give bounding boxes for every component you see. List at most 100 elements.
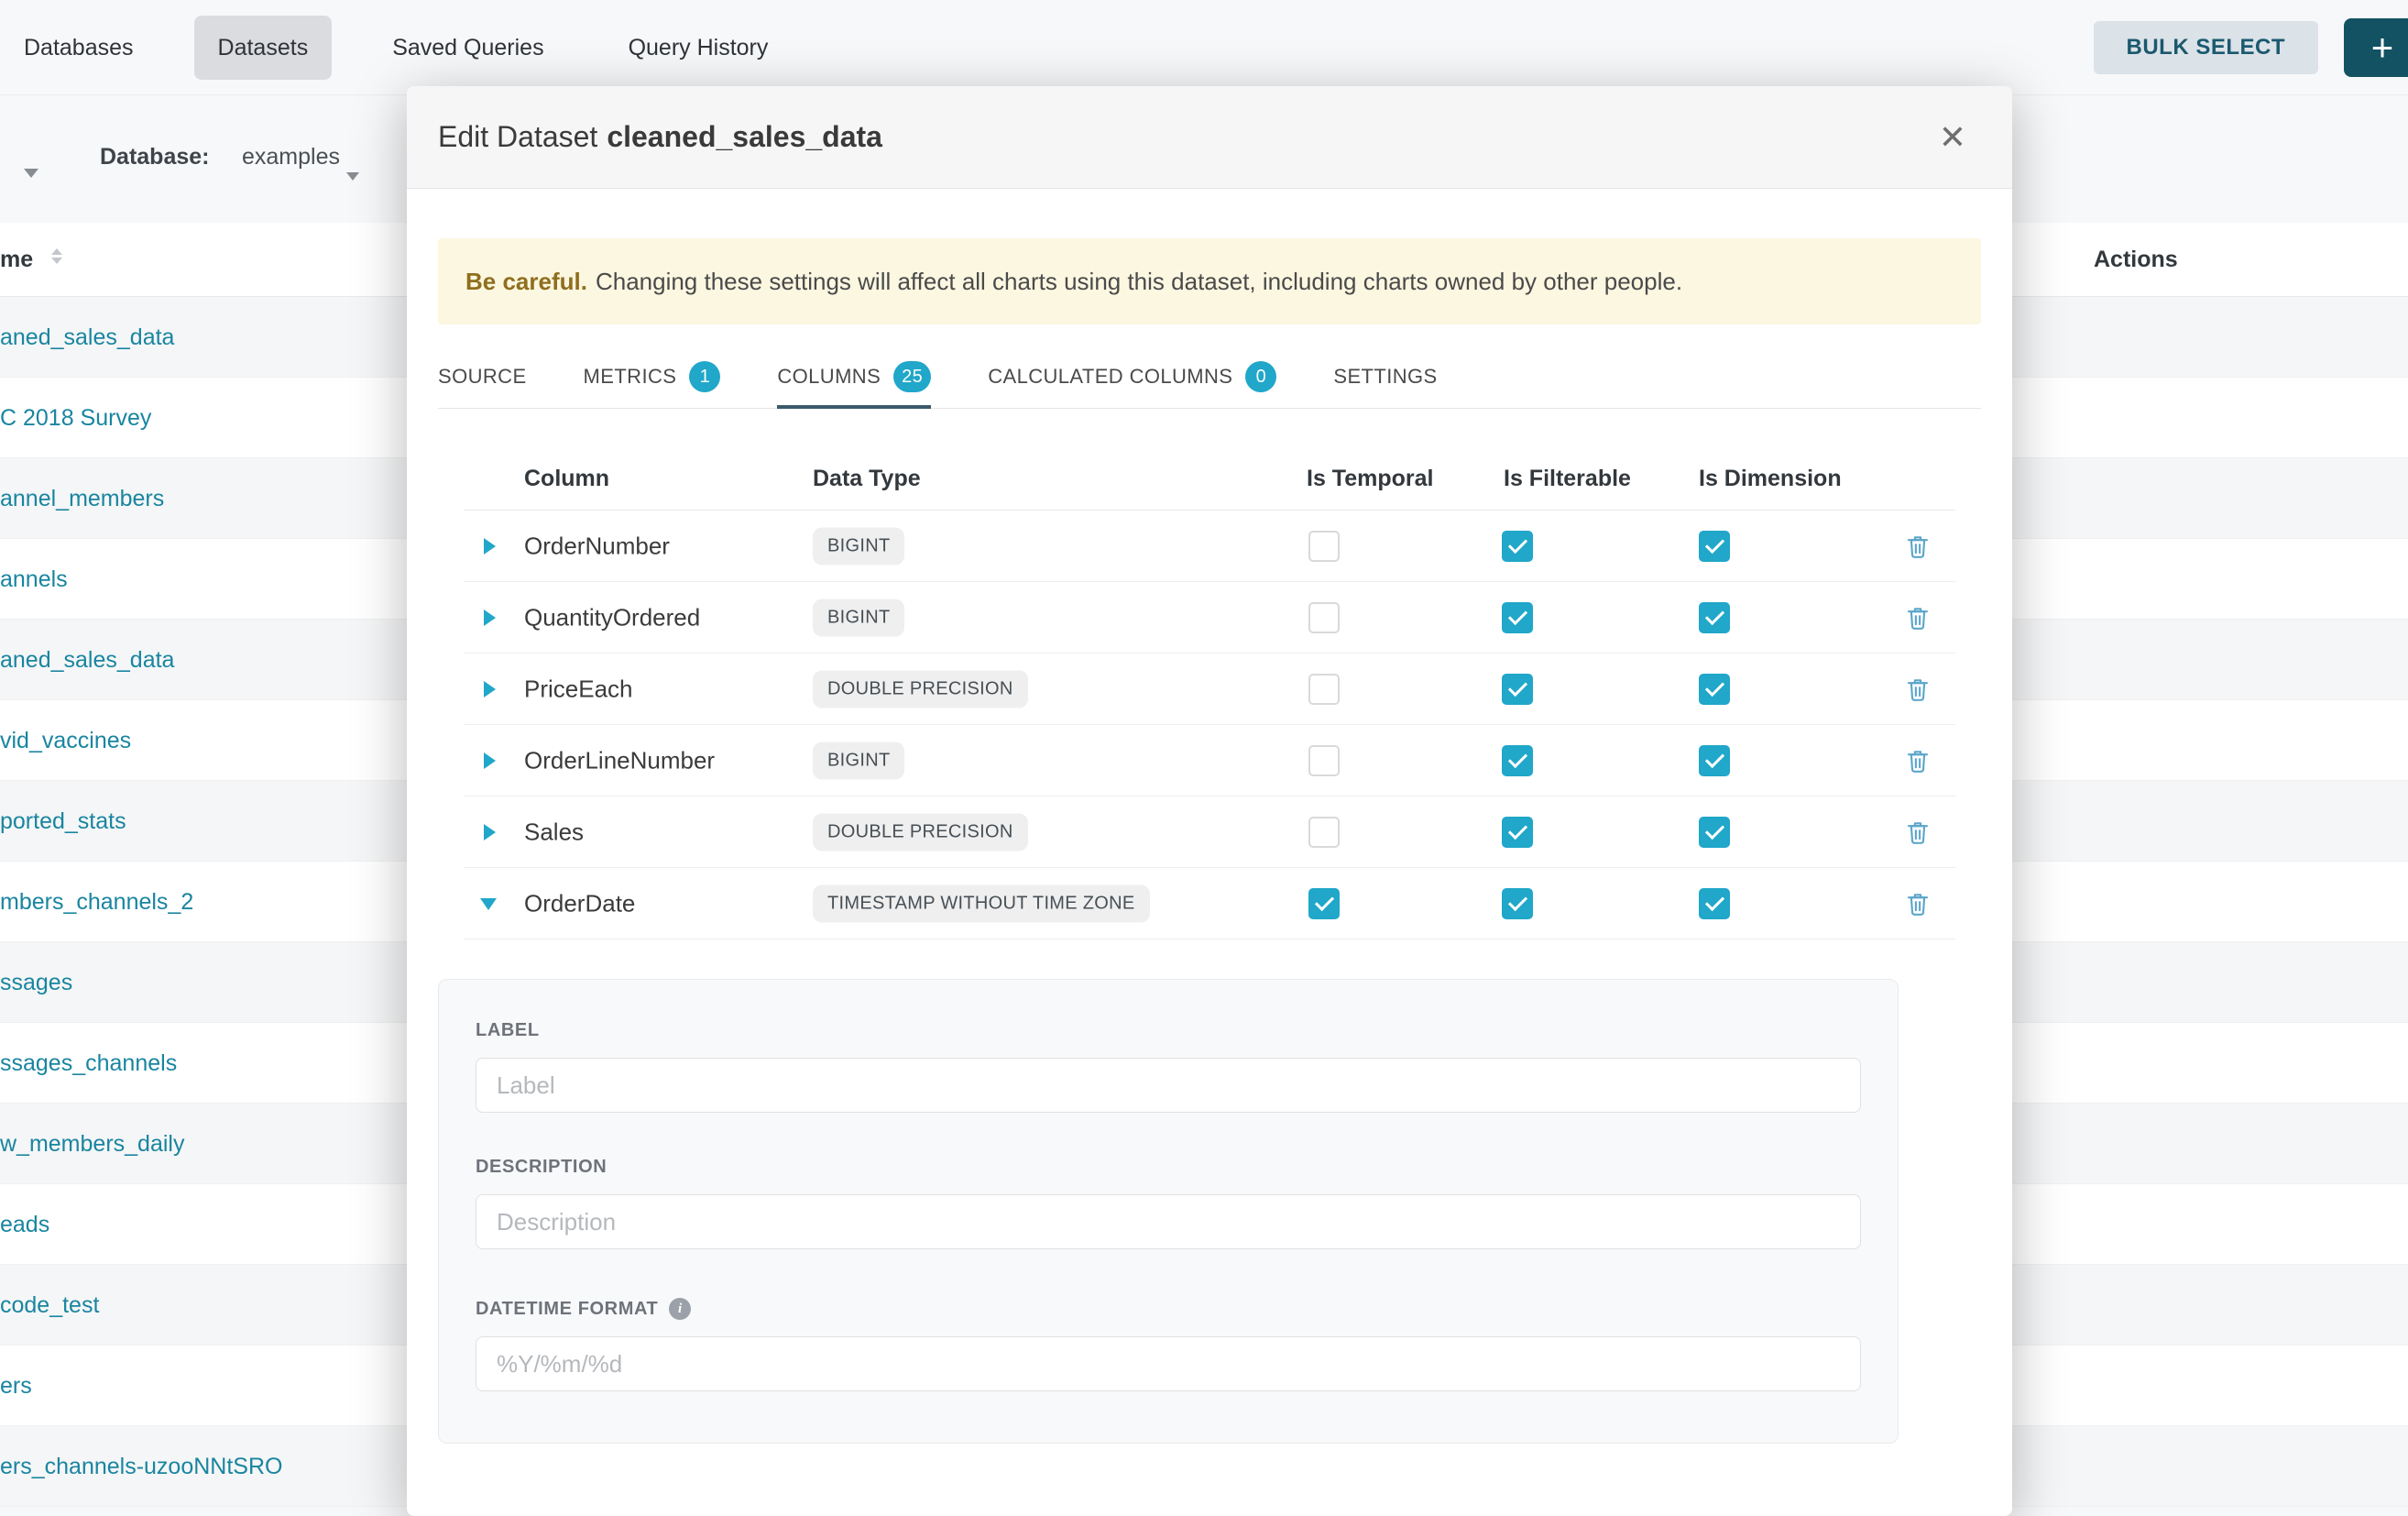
add-dataset-button[interactable]: + — [2344, 18, 2408, 77]
data-type-header: Data Type — [813, 466, 921, 492]
columns-rows: OrderNumber BIGINT QuantityOrdered BIGIN… — [464, 511, 1955, 939]
nav-actions: BULK SELECT + — [2094, 0, 2408, 95]
is-filterable-checkbox[interactable] — [1502, 817, 1533, 848]
expand-caret-icon[interactable] — [484, 538, 496, 555]
is-filterable-checkbox[interactable] — [1502, 745, 1533, 776]
trash-icon[interactable] — [1904, 533, 1932, 560]
bulk-select-button[interactable]: BULK SELECT — [2094, 21, 2319, 74]
tab-label: SOURCE — [438, 365, 527, 389]
info-icon[interactable]: i — [669, 1298, 691, 1320]
dataset-link[interactable]: ssages — [0, 970, 72, 995]
columns-table: Column Data Type Is Temporal Is Filterab… — [464, 409, 1955, 939]
is-temporal-checkbox[interactable] — [1308, 602, 1340, 633]
column-row: OrderNumber BIGINT — [464, 511, 1955, 582]
nav-tab-saved-queries[interactable]: Saved Queries — [368, 16, 567, 80]
dataset-link[interactable]: code_test — [0, 1292, 99, 1318]
dataset-link[interactable]: mbers_channels_2 — [0, 889, 193, 915]
is-filterable-checkbox[interactable] — [1502, 674, 1533, 705]
tab-metrics[interactable]: METRICS 1 — [584, 346, 721, 408]
is-temporal-checkbox[interactable] — [1308, 674, 1340, 705]
tab-source[interactable]: SOURCE — [438, 346, 527, 408]
nav-tab-databases[interactable]: Databases — [0, 16, 158, 80]
columns-table-header: Column Data Type Is Temporal Is Filterab… — [464, 409, 1955, 511]
expand-caret-icon[interactable] — [484, 753, 496, 769]
dataset-link[interactable]: ssages_channels — [0, 1050, 177, 1076]
tab-calculated-columns[interactable]: CALCULATED COLUMNS 0 — [988, 346, 1276, 408]
data-type-pill: BIGINT — [813, 599, 904, 636]
is-dimension-checkbox[interactable] — [1699, 674, 1730, 705]
column-detail-panel: LABEL DESCRIPTION DATETIME FORMAT i — [438, 979, 1899, 1444]
name-column-header[interactable]: me — [0, 247, 33, 273]
column-row: OrderDate TIMESTAMP WITHOUT TIME ZONE — [464, 868, 1955, 939]
dataset-link[interactable]: aned_sales_data — [0, 647, 174, 673]
trash-icon[interactable] — [1904, 747, 1932, 774]
dataset-link[interactable]: ers — [0, 1373, 32, 1399]
expand-caret-icon[interactable] — [484, 824, 496, 840]
top-nav: Databases Datasets Saved Queries Query Hist… — [0, 0, 2408, 95]
dataset-link[interactable]: aned_sales_data — [0, 324, 174, 350]
modal-title: Edit Dataset cleaned_sales_data — [438, 120, 882, 154]
is-filterable-checkbox[interactable] — [1502, 888, 1533, 919]
is-dimension-checkbox[interactable] — [1699, 531, 1730, 562]
dataset-link[interactable]: annel_members — [0, 486, 164, 511]
expand-caret-icon[interactable] — [480, 898, 497, 910]
warning-banner: Be careful. Changing these settings will… — [438, 238, 1981, 324]
column-name: QuantityOrdered — [524, 603, 700, 632]
modal-title-prefix: Edit Dataset — [438, 120, 597, 153]
description-input[interactable] — [476, 1194, 1861, 1249]
is-dimension-checkbox[interactable] — [1699, 817, 1730, 848]
expand-caret-icon[interactable] — [484, 610, 496, 626]
column-row: PriceEach DOUBLE PRECISION — [464, 654, 1955, 725]
modal-title-dataset-name: cleaned_sales_data — [607, 120, 882, 153]
is-dimension-checkbox[interactable] — [1699, 888, 1730, 919]
chevron-down-icon[interactable] — [24, 169, 38, 178]
expand-caret-icon[interactable] — [484, 681, 496, 698]
chevron-down-icon[interactable] — [346, 172, 359, 181]
dataset-link[interactable]: w_members_daily — [0, 1131, 184, 1157]
is-filterable-checkbox[interactable] — [1502, 602, 1533, 633]
dataset-link[interactable]: ported_stats — [0, 808, 126, 834]
column-row: Sales DOUBLE PRECISION — [464, 796, 1955, 868]
trash-icon[interactable] — [1904, 604, 1932, 632]
label-field-label: LABEL — [476, 1020, 1861, 1041]
dataset-link[interactable]: annels — [0, 566, 68, 592]
is-filterable-header: Is Filterable — [1504, 466, 1631, 492]
trash-icon[interactable] — [1904, 818, 1932, 846]
tab-columns[interactable]: COLUMNS 25 — [777, 346, 931, 408]
tab-label: METRICS — [584, 365, 677, 389]
column-row: OrderLineNumber BIGINT — [464, 725, 1955, 796]
is-dimension-checkbox[interactable] — [1699, 602, 1730, 633]
close-icon[interactable]: ✕ — [1933, 120, 1972, 155]
trash-icon[interactable] — [1904, 676, 1932, 703]
dataset-link[interactable]: vid_vaccines — [0, 728, 131, 753]
description-field-label: DESCRIPTION — [476, 1157, 1861, 1178]
dataset-link[interactable]: eads — [0, 1212, 49, 1237]
is-dimension-checkbox[interactable] — [1699, 745, 1730, 776]
is-temporal-checkbox[interactable] — [1308, 745, 1340, 776]
sort-icon[interactable] — [51, 248, 62, 264]
nav-tab-datasets[interactable]: Datasets — [194, 16, 333, 80]
nav-tab-label: Query History — [629, 35, 769, 61]
nav-tab-query-history[interactable]: Query History — [605, 16, 793, 80]
is-temporal-checkbox[interactable] — [1308, 888, 1340, 919]
is-temporal-checkbox[interactable] — [1308, 531, 1340, 562]
tab-label: SETTINGS — [1333, 365, 1437, 389]
dataset-link[interactable]: C 2018 Survey — [0, 405, 151, 431]
column-row: QuantityOrdered BIGINT — [464, 582, 1955, 654]
is-filterable-checkbox[interactable] — [1502, 531, 1533, 562]
dataset-link[interactable]: ers_channels-uzooNNtSRO — [0, 1454, 282, 1479]
datetime-format-label-text: DATETIME FORMAT — [476, 1299, 658, 1320]
data-type-pill: DOUBLE PRECISION — [813, 813, 1028, 851]
datetime-format-input[interactable] — [476, 1336, 1861, 1391]
column-name: PriceEach — [524, 675, 633, 703]
column-name: OrderDate — [524, 889, 635, 917]
tab-label: COLUMNS — [777, 365, 881, 389]
modal-header: Edit Dataset cleaned_sales_data ✕ — [407, 86, 2012, 189]
nav-tabs: Databases Datasets Saved Queries Query Hist… — [0, 16, 792, 80]
trash-icon[interactable] — [1904, 890, 1932, 917]
tab-settings[interactable]: SETTINGS — [1333, 346, 1437, 408]
tab-label: CALCULATED COLUMNS — [988, 365, 1232, 389]
label-input[interactable] — [476, 1058, 1861, 1113]
database-filter-value[interactable]: examples — [242, 144, 340, 170]
is-temporal-checkbox[interactable] — [1308, 817, 1340, 848]
